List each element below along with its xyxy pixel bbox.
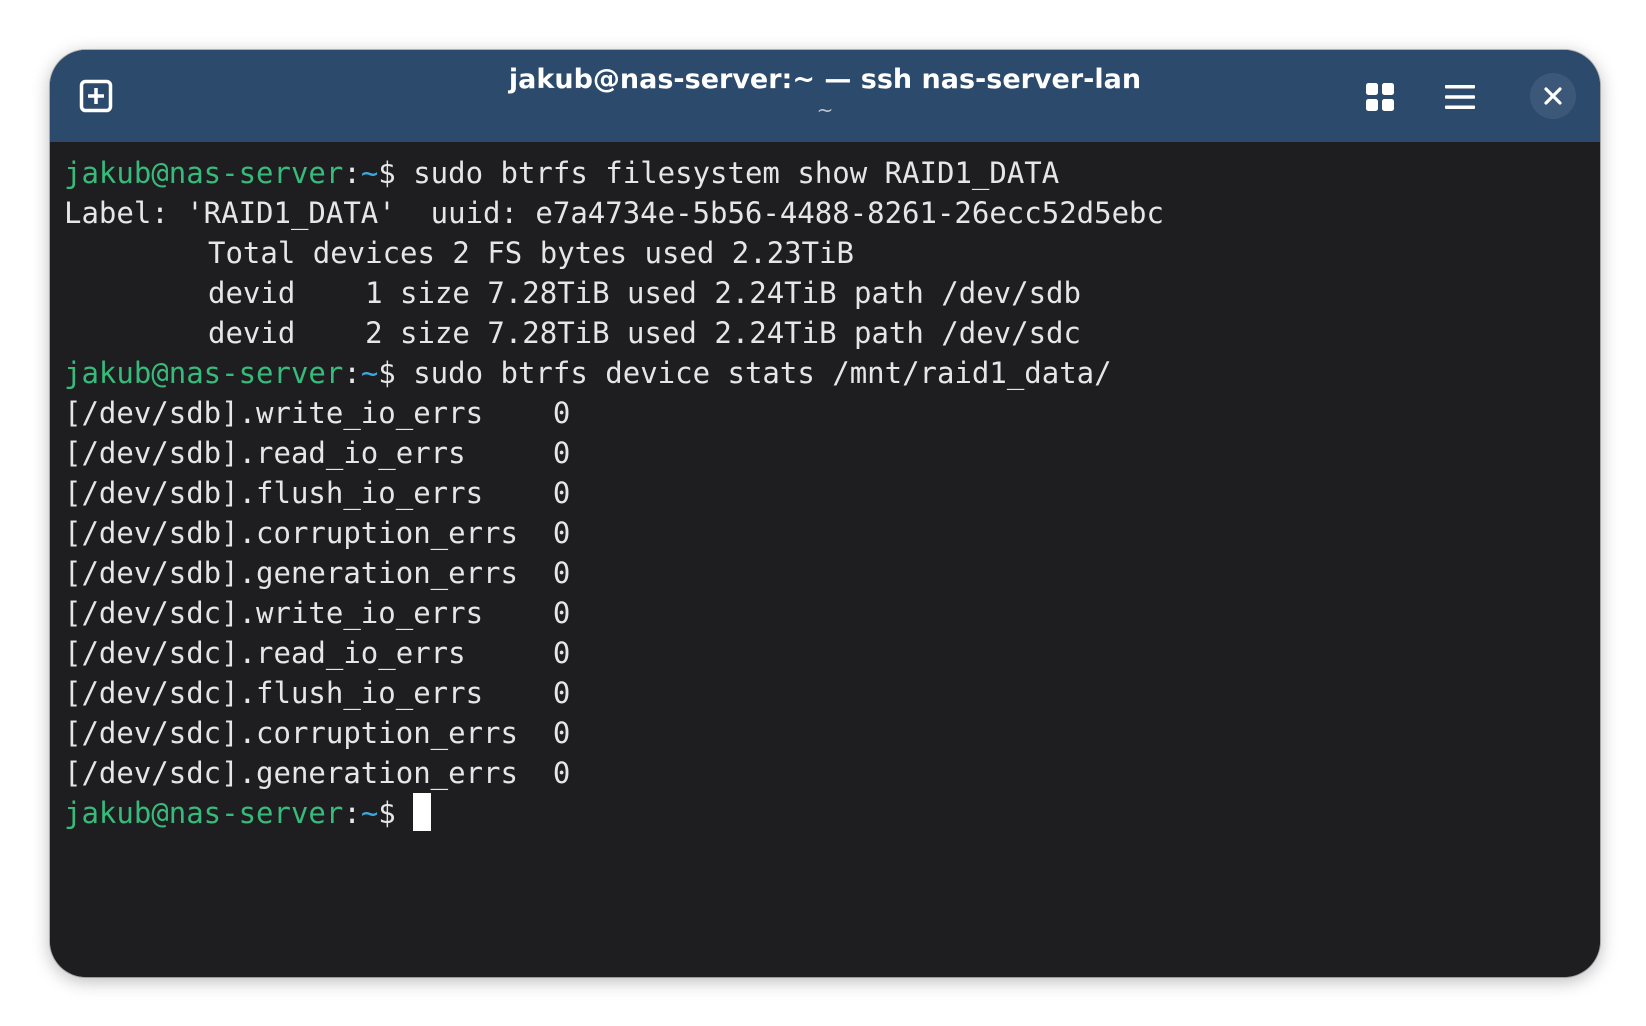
prompt-path: ~ [360,356,379,390]
prompt-colon: : [343,356,361,390]
command-text: sudo btrfs device stats /mnt/raid1_data/ [413,356,1112,390]
prompt-dollar: $ [378,796,414,830]
prompt-user-host: jakub@nas-server [64,156,344,190]
prompt-user-host: jakub@nas-server [64,356,344,390]
prompt-path: ~ [360,156,379,190]
window-subtitle: ~ [816,98,834,122]
prompt-colon: : [343,156,361,190]
window-title: jakub@nas-server:~ — ssh nas-server-lan [508,64,1142,95]
output-line: devid 1 size 7.28TiB used 2.24TiB path /… [208,276,1081,310]
new-tab-button[interactable] [76,76,116,116]
prompt-colon: : [343,796,361,830]
close-icon [1544,87,1562,105]
output-line: Label: 'RAID1_DATA' uuid: e7a4734e-5b56-… [64,196,1164,230]
output-line: [/dev/sdb].flush_io_errs 0 [64,476,571,510]
output-line: Total devices 2 FS bytes used 2.23TiB [208,236,855,270]
hamburger-menu-icon [1445,85,1475,109]
text-cursor [413,793,432,831]
output-line: [/dev/sdb].write_io_errs 0 [64,396,571,430]
grid-icon [1366,83,1394,111]
terminal-output[interactable]: jakub@nas-server:~$ sudo btrfs filesyste… [50,142,1600,977]
prompt-line: jakub@nas-server:~$ sudo btrfs filesyste… [64,153,1059,193]
title-bar: jakub@nas-server:~ — ssh nas-server-lan … [50,50,1600,142]
prompt-dollar: $ [378,156,414,190]
output-line: [/dev/sdc].corruption_errs 0 [64,716,571,750]
prompt-line: jakub@nas-server:~$ [64,793,432,833]
command-text: sudo btrfs filesystem show RAID1_DATA [413,156,1060,190]
output-line: devid 2 size 7.28TiB used 2.24TiB path /… [208,316,1081,350]
prompt-path: ~ [360,796,379,830]
prompt-dollar: $ [378,356,414,390]
output-line: [/dev/sdb].corruption_errs 0 [64,516,571,550]
output-line: [/dev/sdc].write_io_errs 0 [64,596,571,630]
output-line: [/dev/sdb].read_io_errs 0 [64,436,571,470]
prompt-user-host: jakub@nas-server [64,796,344,830]
main-menu-button[interactable] [1440,77,1480,117]
prompt-line: jakub@nas-server:~$ sudo btrfs device st… [64,353,1112,393]
new-tab-icon [79,79,113,113]
output-line: [/dev/sdc].read_io_errs 0 [64,636,571,670]
output-line: [/dev/sdc].flush_io_errs 0 [64,676,571,710]
terminal-window: jakub@nas-server:~ — ssh nas-server-lan … [50,50,1600,977]
tab-overview-button[interactable] [1360,77,1400,117]
output-line: [/dev/sdc].generation_errs 0 [64,756,571,790]
close-button[interactable] [1530,73,1576,119]
title-block: jakub@nas-server:~ — ssh nas-server-lan … [350,62,1300,120]
output-line: [/dev/sdb].generation_errs 0 [64,556,571,590]
